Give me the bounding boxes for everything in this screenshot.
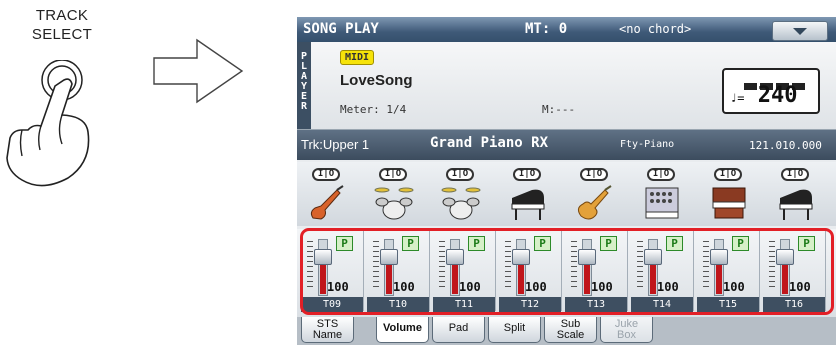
master-transpose: MT: 0 <box>525 21 568 37</box>
title-bar: SONG PLAY MT: 0 <no chord> <box>297 17 836 42</box>
tab-sts-name[interactable]: STS Name <box>301 317 354 343</box>
instrument-slot[interactable]: I|O <box>498 162 558 226</box>
sound-name[interactable]: Grand Piano RX <box>430 135 548 151</box>
play-mute-toggle[interactable]: I|O <box>312 168 340 181</box>
instrument-slot[interactable]: I|O <box>431 162 491 226</box>
play-mute-toggle[interactable]: I|O <box>379 168 407 181</box>
track-select-caption: TRACK SELECT <box>2 6 122 44</box>
grand-piano-icon <box>511 189 545 220</box>
instrument-slot[interactable]: I|O <box>565 162 625 226</box>
instrument-slot[interactable]: I|O <box>297 162 357 226</box>
electric-guitar-icon <box>310 185 344 220</box>
tab-split[interactable]: Split <box>488 317 541 343</box>
play-mute-toggle[interactable]: I|O <box>446 168 474 181</box>
tab-pad[interactable]: Pad <box>432 317 485 343</box>
quarter-note-icon: ♩= <box>730 91 745 105</box>
drum-kit-icon <box>374 187 414 220</box>
pressing-hand-icon <box>6 60 90 187</box>
organ-icon <box>712 187 746 219</box>
caption-line-1: TRACK <box>35 7 89 24</box>
play-mute-toggle[interactable]: I|O <box>580 168 608 181</box>
acoustic-guitar-icon <box>577 185 612 220</box>
play-mute-toggle[interactable]: I|O <box>647 168 675 181</box>
instrument-slot[interactable]: I|O <box>364 162 424 226</box>
synth-pad-icon <box>645 187 679 219</box>
drum-kit-icon <box>441 187 481 220</box>
program-number: 121.010.000 <box>749 139 822 152</box>
tab-sub-scale[interactable]: Sub Scale <box>544 317 597 343</box>
instrument-slot[interactable]: I|O <box>766 162 826 226</box>
instrument-row: I|O I|O I|O I|O I|O I|O I|O I|O <box>297 162 836 226</box>
tab-volume[interactable]: Volume <box>376 317 429 343</box>
device-screen: SONG PLAY MT: 0 <no chord> PLAYER MIDI L… <box>297 17 836 345</box>
tab-juke-box[interactable]: Juke Box <box>600 317 653 343</box>
tempo-display[interactable]: ♩= 240 <box>722 68 820 114</box>
play-mute-toggle[interactable]: I|O <box>781 168 809 181</box>
caption-line-2: SELECT <box>31 26 93 43</box>
player-tab: PLAYER <box>297 42 311 129</box>
sound-category: Fty-Piano <box>620 139 675 150</box>
highlight-frame <box>300 228 834 315</box>
tempo-value: 240 <box>757 83 798 108</box>
right-arrow-icon <box>153 38 244 104</box>
play-mute-toggle[interactable]: I|O <box>513 168 541 181</box>
instrument-slot[interactable]: I|O <box>699 162 759 226</box>
track-info-bar: Trk:Upper 1 Grand Piano RX Fty-Piano 121… <box>297 130 836 160</box>
measure-display: M:--- <box>542 103 576 116</box>
tab-bar: STS Name Volume Pad Split Sub Scale Juke Bo… <box>297 317 836 345</box>
track-part: Trk:Upper 1 <box>301 137 370 152</box>
page-title: SONG PLAY <box>303 21 379 37</box>
song-name[interactable]: LoveSong <box>340 72 413 89</box>
meter-display: Meter: 1/4 <box>340 103 407 116</box>
player-panel: PLAYER MIDI LoveSong Meter: 1/4 M:--- ♩=… <box>297 42 836 130</box>
page-menu-button[interactable] <box>772 21 828 41</box>
instrument-slot[interactable]: I|O <box>632 162 692 226</box>
chord-display: <no chord> <box>619 22 692 36</box>
grand-piano-icon <box>779 189 813 220</box>
midi-badge: MIDI <box>340 50 375 65</box>
play-mute-toggle[interactable]: I|O <box>714 168 742 181</box>
